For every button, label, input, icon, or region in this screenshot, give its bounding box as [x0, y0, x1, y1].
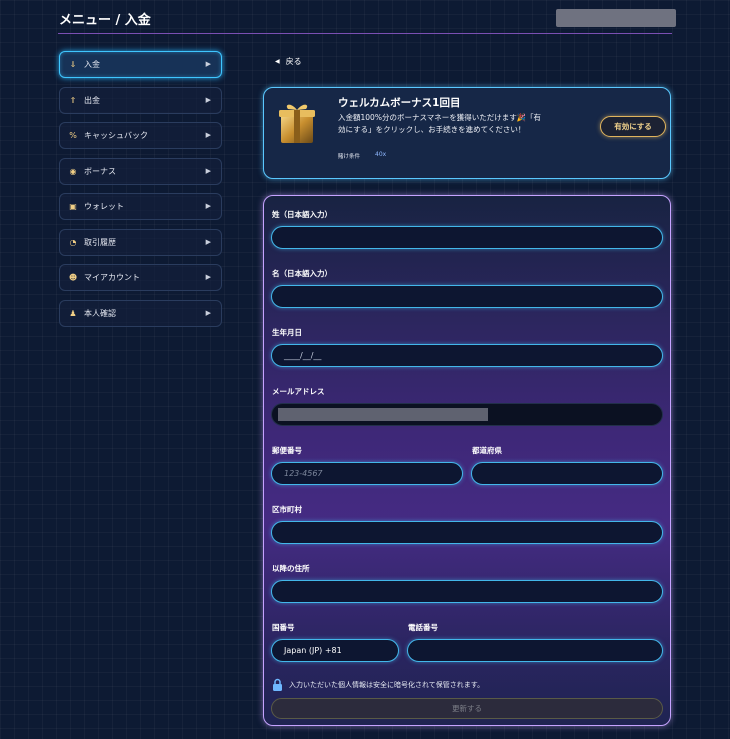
sidebar-item-deposit[interactable]: ⇓ 入金 ▶: [59, 51, 222, 78]
chevron-right-icon: ▶: [205, 273, 211, 281]
chevron-right-icon: ▶: [205, 308, 211, 317]
security-note-text: 入力いただいた個人情報は安全に暗号化されて保管されます。: [289, 680, 485, 689]
sidebar-item-label: キャッシュバック: [84, 131, 148, 140]
gift-icon: [279, 104, 315, 143]
first-name-label: 名（日本語入力）: [272, 269, 332, 278]
sidebar-item-label: 入金: [84, 60, 100, 69]
security-note: 入力いただいた個人情報は安全に暗号化されて保管されます。: [272, 678, 484, 691]
sidebar-item-bonus[interactable]: ◉ ボーナス ▶: [59, 157, 222, 185]
prefecture-input[interactable]: [471, 462, 663, 485]
lock-icon: [273, 678, 282, 691]
promo-description: 入金額100%分のボーナスマネーを獲得いただけます🎉「有効にする」をクリックし、…: [338, 113, 542, 134]
country-code-label: 国番号: [272, 623, 295, 632]
wallet-icon: ▣: [69, 202, 77, 211]
chevron-right-icon: ▶: [205, 237, 211, 246]
sidebar-item-wallet[interactable]: ▣ ウォレット ▶: [59, 193, 222, 220]
address-label: 以降の住所: [272, 564, 310, 573]
activate-bonus-button[interactable]: 有効にする: [600, 116, 666, 137]
deposit-icon: ⇓: [69, 60, 77, 69]
phone-input[interactable]: [407, 639, 663, 662]
withdraw-icon: ⇑: [69, 95, 77, 105]
page-title: メニュー / 入金: [59, 13, 151, 28]
birthdate-input[interactable]: ____/__/__: [271, 344, 663, 367]
bonus-icon: ◉: [69, 166, 77, 176]
email-input: [271, 403, 663, 426]
sidebar-item-label: 本人確認: [84, 308, 116, 318]
last-name-input[interactable]: [271, 226, 663, 249]
back-link[interactable]: ◀ 戻る: [275, 56, 302, 67]
chevron-right-icon: ▶: [205, 60, 211, 68]
sidebar-item-label: 取引履歴: [84, 237, 116, 247]
back-label: 戻る: [285, 57, 302, 66]
postal-code-input[interactable]: 123-4567: [271, 462, 463, 485]
account-icon: ☻: [68, 273, 78, 282]
birthdate-label: 生年月日: [272, 328, 302, 337]
wager-label: 賭け条件: [338, 154, 361, 160]
sidebar-item-account[interactable]: ☻ マイアカウント ▶: [59, 264, 222, 291]
city-input[interactable]: [271, 521, 663, 544]
email-label: メールアドレス: [272, 387, 325, 396]
wager-value: 40x: [375, 151, 387, 158]
postal-code-label: 郵便番号: [272, 446, 302, 455]
update-button[interactable]: 更新する: [271, 698, 663, 719]
address-input[interactable]: [271, 580, 663, 603]
first-name-input[interactable]: [271, 285, 663, 308]
chevron-right-icon: ▶: [205, 131, 211, 139]
email-redacted: [278, 408, 488, 421]
sidebar: ⇓ 入金 ▶ ⇑ 出金 ▶ % キャッシュバック ▶ ◉ ボーナス ▶ ▣ ウォ…: [59, 51, 222, 335]
promo-title: ウェルカムボーナス1回目: [338, 97, 461, 109]
sidebar-item-label: ウォレット: [84, 202, 124, 211]
sidebar-item-history[interactable]: ◔ 取引履歴 ▶: [59, 228, 222, 256]
last-name-label: 姓（日本語入力）: [272, 210, 332, 219]
deposit-form: 姓（日本語入力） 名（日本語入力） 生年月日 ____/__/__ メールアドレ…: [263, 195, 671, 726]
prefecture-label: 都道府県: [472, 446, 502, 455]
sidebar-item-label: マイアカウント: [84, 273, 140, 282]
sidebar-item-label: ボーナス: [84, 166, 116, 176]
sidebar-item-label: 出金: [84, 95, 100, 105]
user-info-redacted: [556, 9, 676, 27]
chevron-right-icon: ▶: [205, 95, 211, 104]
sidebar-item-cashback[interactable]: % キャッシュバック ▶: [59, 122, 222, 149]
percent-icon: %: [69, 131, 77, 140]
welcome-bonus-card: ウェルカムボーナス1回目 入金額100%分のボーナスマネーを獲得いただけます🎉「…: [263, 87, 671, 179]
city-label: 区市町村: [272, 505, 302, 514]
header: メニュー / 入金: [58, 0, 676, 34]
chevron-right-icon: ▶: [205, 202, 211, 210]
sidebar-item-withdraw[interactable]: ⇑ 出金 ▶: [59, 86, 222, 114]
sidebar-item-verify[interactable]: ♟ 本人確認 ▶: [59, 299, 222, 327]
chevron-right-icon: ▶: [205, 166, 211, 175]
phone-label: 電話番号: [408, 623, 438, 632]
country-code-select[interactable]: Japan (JP) +81: [271, 639, 399, 662]
chevron-left-icon: ◀: [275, 58, 280, 65]
history-icon: ◔: [69, 237, 77, 247]
verify-icon: ♟: [69, 308, 77, 318]
